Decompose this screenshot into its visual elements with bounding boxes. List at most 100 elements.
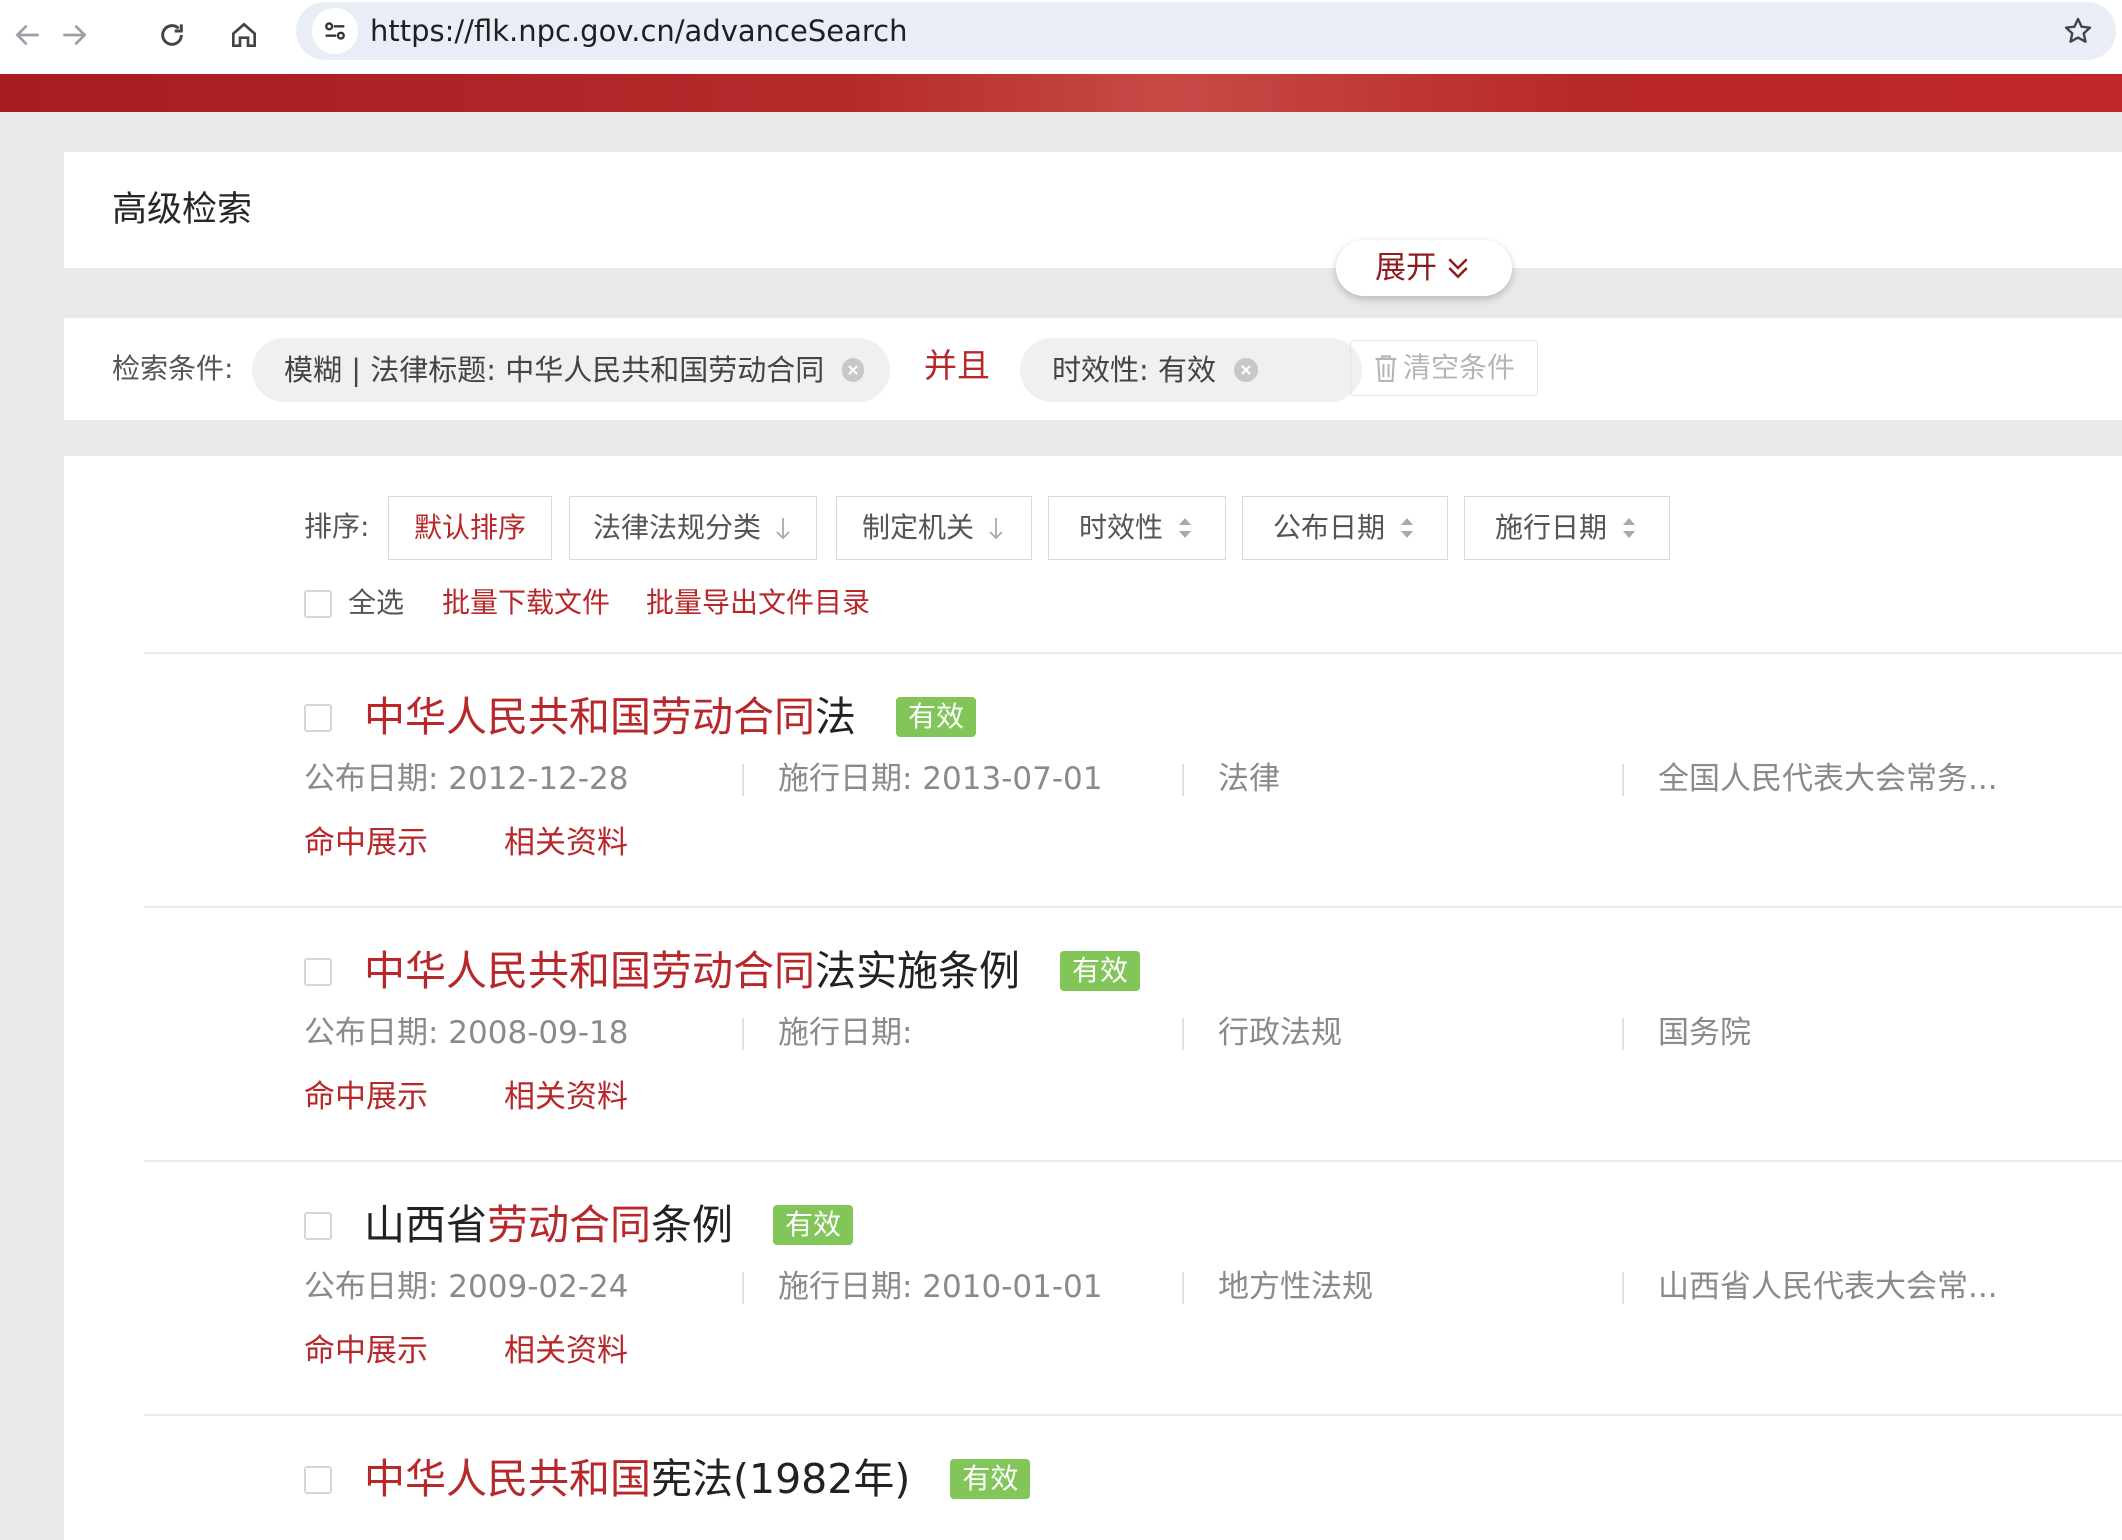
meta-separator: [1622, 764, 1624, 796]
issuing-organ: 国务院: [1658, 1015, 1751, 1051]
expand-button[interactable]: 展开: [1336, 240, 1512, 296]
title-highlight: 中华人民共和国: [364, 1455, 651, 1503]
batch-download-link[interactable]: 批量下载文件: [442, 584, 610, 622]
sort-validity-button[interactable]: 时效性: [1048, 496, 1226, 560]
chip-remove-button[interactable]: [842, 358, 864, 382]
batch-export-link[interactable]: 批量导出文件目录: [646, 584, 870, 622]
status-badge: 有效: [1060, 951, 1141, 991]
result-checkbox[interactable]: [304, 958, 332, 986]
sort-option-label: 默认排序: [413, 511, 526, 544]
status-badge: 有效: [950, 1459, 1031, 1499]
title-highlight: 劳动合同: [487, 1201, 651, 1249]
hit-display-link[interactable]: 命中展示: [304, 822, 428, 864]
select-all-label[interactable]: 全选: [348, 584, 404, 622]
meta-separator: [742, 764, 744, 796]
title-text: 宪法(1982年): [651, 1455, 911, 1503]
close-icon: [1241, 365, 1251, 375]
result-title-link[interactable]: 山西省劳动合同条例: [364, 1198, 733, 1252]
header-card: 高级检索: [64, 152, 2122, 268]
title-text: 法实施条例: [815, 947, 1020, 995]
result-title-link[interactable]: 中华人民共和国宪法(1982年): [364, 1452, 910, 1506]
result-title-row: 山西省劳动合同条例 有效: [364, 1198, 854, 1252]
effective-date: 施行日期: 2013-07-01: [778, 761, 1103, 797]
sort-updown-icon: [1623, 518, 1635, 538]
criteria-label: 检索条件:: [112, 352, 234, 385]
site-info-button[interactable]: [312, 8, 358, 54]
sort-updown-icon: [1179, 518, 1191, 538]
result-title-link[interactable]: 中华人民共和国劳动合同法: [364, 690, 856, 744]
title-highlight: 中华人民共和国劳动合同: [364, 693, 815, 741]
related-materials-link[interactable]: 相关资料: [504, 1330, 628, 1372]
hit-display-link[interactable]: 命中展示: [304, 1330, 428, 1372]
sort-label: 排序:: [304, 510, 370, 543]
and-operator: 并且: [924, 346, 990, 385]
reload-button[interactable]: [144, 7, 200, 63]
publish-date: 公布日期: 2008-09-18: [304, 1015, 629, 1051]
forward-button[interactable]: [46, 7, 102, 63]
sort-option-label: 法律法规分类: [592, 511, 761, 544]
result-item: 中华人民共和国劳动合同法实施条例 有效 公布日期: 2008-09-18 施行日…: [64, 908, 2122, 1162]
home-button[interactable]: [216, 7, 272, 63]
criteria-card: 检索条件: 模糊 | 法律标题: 中华人民共和国劳动合同 并且 时效性: 有效 …: [64, 318, 2122, 420]
browser-toolbar: https://flk.npc.gov.cn/advanceSearch: [0, 0, 2122, 74]
effective-date: 施行日期:: [778, 1015, 913, 1051]
address-bar[interactable]: https://flk.npc.gov.cn/advanceSearch: [296, 2, 2116, 60]
status-badge: 有效: [773, 1205, 854, 1245]
title-text: 法: [815, 693, 856, 741]
clear-criteria-button[interactable]: 清空条件: [1350, 340, 1538, 396]
meta-separator: [742, 1018, 744, 1050]
issuing-organ: 山西省人民代表大会常...: [1658, 1269, 1998, 1305]
home-icon: [232, 22, 256, 47]
close-icon: [848, 365, 858, 375]
law-type: 行政法规: [1218, 1015, 1342, 1051]
title-text: 山西省: [364, 1201, 487, 1249]
hit-display-link[interactable]: 命中展示: [304, 1076, 428, 1118]
criteria-chip-title: 模糊 | 法律标题: 中华人民共和国劳动合同: [252, 338, 890, 402]
sort-default-button[interactable]: 默认排序: [388, 496, 552, 560]
result-checkbox[interactable]: [304, 1466, 332, 1494]
results-card: 排序: 默认排序 法律法规分类 制定机关 时效性 公布日期 施行日期 全选 批量…: [64, 456, 2122, 1540]
select-all-checkbox[interactable]: [304, 590, 332, 618]
forward-arrow-icon: [63, 24, 87, 46]
sort-organ-button[interactable]: 制定机关: [836, 496, 1032, 560]
result-title-link[interactable]: 中华人民共和国劳动合同法实施条例: [364, 944, 1020, 998]
sort-effective-date-button[interactable]: 施行日期: [1464, 496, 1670, 560]
chip-remove-button[interactable]: [1234, 358, 1258, 382]
law-type: 法律: [1218, 761, 1280, 797]
reload-icon: [161, 24, 183, 46]
related-materials-link[interactable]: 相关资料: [504, 822, 628, 864]
clear-criteria-label: 清空条件: [1402, 351, 1515, 384]
meta-separator: [1182, 764, 1184, 796]
sort-updown-icon: [1401, 518, 1413, 538]
law-type: 地方性法规: [1218, 1269, 1373, 1305]
result-title-row: 中华人民共和国宪法(1982年) 有效: [364, 1452, 1031, 1506]
sort-option-label: 公布日期: [1272, 511, 1385, 544]
chip-text: 时效性: 有效: [1052, 353, 1216, 387]
arrow-down-icon: [989, 518, 1003, 540]
sort-option-label: 制定机关: [861, 511, 974, 544]
chip-text: 模糊 | 法律标题: 中华人民共和国劳动合同: [284, 353, 825, 387]
result-item: 中华人民共和国劳动合同法 有效 公布日期: 2012-12-28 施行日期: 2…: [64, 654, 2122, 908]
meta-separator: [1182, 1272, 1184, 1304]
bookmark-button[interactable]: [2056, 9, 2100, 53]
result-checkbox[interactable]: [304, 1212, 332, 1240]
site-banner: [0, 74, 2122, 112]
sort-publish-date-button[interactable]: 公布日期: [1242, 496, 1448, 560]
url-text[interactable]: https://flk.npc.gov.cn/advanceSearch: [370, 12, 907, 50]
meta-separator: [742, 1272, 744, 1304]
sort-category-button[interactable]: 法律法规分类: [569, 496, 817, 560]
result-item: 中华人民共和国宪法(1982年) 有效: [64, 1416, 2122, 1540]
title-highlight: 中华人民共和国劳动合同: [364, 947, 815, 995]
meta-separator: [1182, 1018, 1184, 1050]
related-materials-link[interactable]: 相关资料: [504, 1076, 628, 1118]
title-text: 条例: [651, 1201, 733, 1249]
issuing-organ: 全国人民代表大会常务...: [1658, 761, 1998, 797]
chevron-down-double-icon: [1448, 258, 1468, 279]
meta-separator: [1622, 1272, 1624, 1304]
page-title: 高级检索: [112, 190, 253, 230]
sort-option-label: 施行日期: [1494, 511, 1607, 544]
publish-date: 公布日期: 2009-02-24: [304, 1269, 629, 1305]
back-arrow-icon: [15, 24, 39, 46]
result-checkbox[interactable]: [304, 704, 332, 732]
publish-date: 公布日期: 2012-12-28: [304, 761, 629, 797]
